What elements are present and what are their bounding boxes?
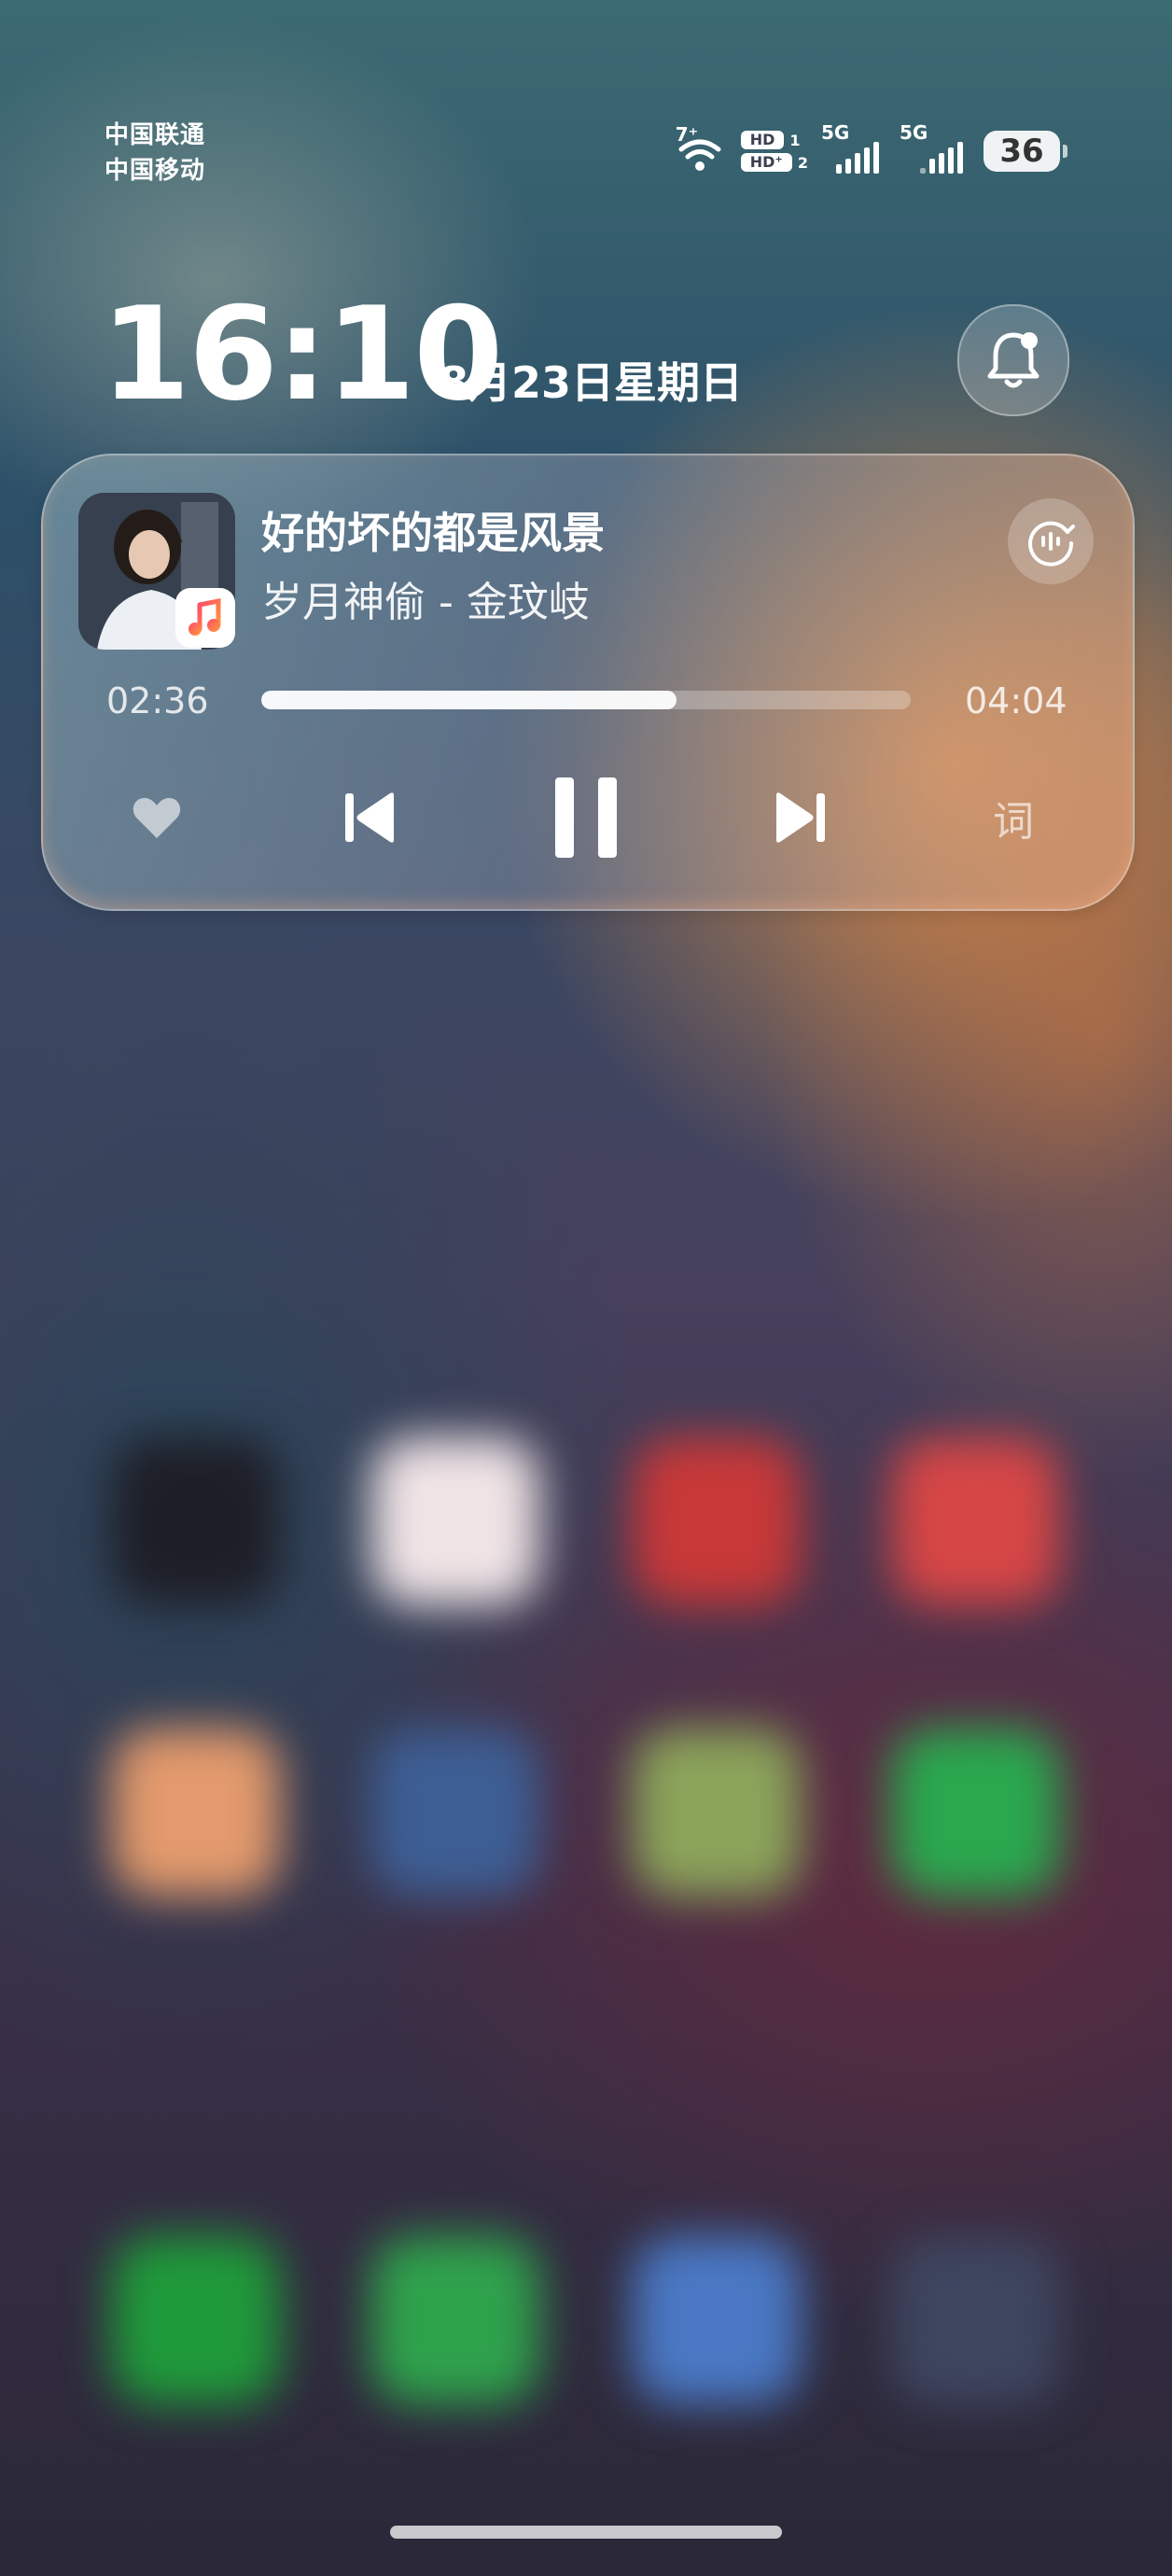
app-icon-blur [633, 2236, 801, 2404]
music-app-icon [175, 588, 235, 648]
song-title: 好的坏的都是风景 [261, 508, 605, 558]
hd-2-badge: HD⁺ [740, 153, 792, 172]
bell-icon [987, 332, 1039, 388]
total-time: 04:04 [965, 680, 1067, 721]
app-icon-blur [371, 1729, 539, 1897]
pause-icon [555, 777, 617, 858]
app-icon-blur [371, 2236, 539, 2404]
skip-next-icon [776, 792, 825, 843]
app-icon-blur [112, 2236, 280, 2404]
progress-fill [261, 691, 677, 709]
signal-2-icon: 5G [900, 121, 970, 174]
elapsed-time: 02:36 [106, 680, 209, 721]
app-icon-blur [633, 1437, 801, 1605]
app-icon-blur [892, 1729, 1060, 1897]
progress-slider[interactable] [261, 691, 911, 709]
app-icon-blur [892, 2236, 1060, 2404]
hd-indicators: HD 1 HD⁺ 2 [740, 131, 808, 172]
signal-1-type: 5G [821, 121, 850, 144]
signal-1-icon: 5G [821, 121, 886, 174]
notification-bell-button[interactable] [957, 304, 1069, 416]
home-screen-blur [0, 1381, 1172, 2408]
battery-icon: 36 [984, 131, 1067, 172]
audio-output-button[interactable] [1008, 498, 1094, 584]
app-icon-blur [892, 1437, 1060, 1605]
next-button[interactable] [763, 775, 838, 861]
signal-2-type: 5G [900, 121, 928, 144]
hd-2-number: 2 [797, 153, 808, 172]
skip-previous-icon [345, 792, 394, 843]
hd-1-badge: HD [740, 131, 785, 149]
lock-date: 8月23日星期日 [439, 357, 744, 408]
previous-button[interactable] [332, 775, 407, 861]
battery-level: 36 [984, 131, 1060, 172]
app-icon-blur [371, 1437, 539, 1605]
audio-output-icon [1028, 521, 1075, 567]
home-indicator[interactable] [390, 2526, 782, 2539]
app-icon-blur [112, 1437, 280, 1605]
app-icon-blur [633, 1729, 801, 1897]
favorite-button[interactable] [119, 775, 194, 861]
pause-button[interactable] [545, 775, 627, 861]
app-icon-blur [112, 1729, 280, 1897]
heart-icon [133, 798, 181, 838]
carrier-1-label: 中国联通 [105, 121, 206, 149]
carrier-2-label: 中国移动 [105, 157, 206, 185]
status-icons: 7⁺ HD 1 HD⁺ 2 5G 5G 36 [672, 121, 1067, 177]
song-artist: 岁月神偷 - 金玟岐 [261, 579, 590, 626]
hd-1-number: 1 [789, 131, 801, 149]
lyrics-button[interactable]: 词 [976, 775, 1051, 861]
wifi-icon: 7⁺ [672, 123, 728, 174]
